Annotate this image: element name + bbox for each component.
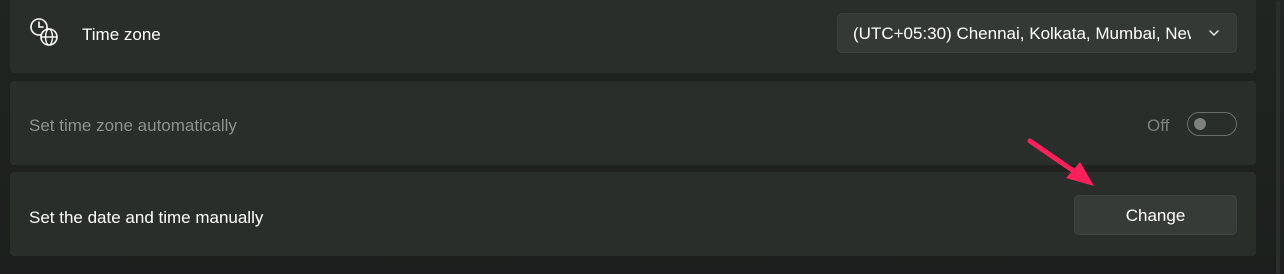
auto-time-zone-label: Set time zone automatically	[29, 116, 237, 135]
toggle-knob	[1194, 118, 1206, 130]
auto-time-zone-toggle[interactable]	[1187, 112, 1237, 136]
toggle-state-label: Off	[1147, 116, 1170, 135]
manual-time-label: Set the date and time manually	[29, 208, 264, 227]
clock-globe-icon	[30, 18, 58, 46]
change-button[interactable]: Change	[1074, 195, 1237, 235]
time-zone-label: Time zone	[82, 25, 161, 44]
settings-page: Time zone (UTC+05:30) Chennai, Kolkata, …	[0, 0, 1284, 274]
time-zone-dropdown[interactable]: (UTC+05:30) Chennai, Kolkata, Mumbai, Ne…	[837, 13, 1237, 53]
pointer-arrow-icon	[1027, 138, 1094, 186]
time-zone-selected-value: (UTC+05:30) Chennai, Kolkata, Mumbai, Ne…	[853, 24, 1191, 43]
chevron-down-icon	[1209, 30, 1219, 36]
time-zone-row: Time zone (UTC+05:30) Chennai, Kolkata, …	[10, 0, 1256, 73]
scrollbar[interactable]	[1276, 0, 1280, 274]
